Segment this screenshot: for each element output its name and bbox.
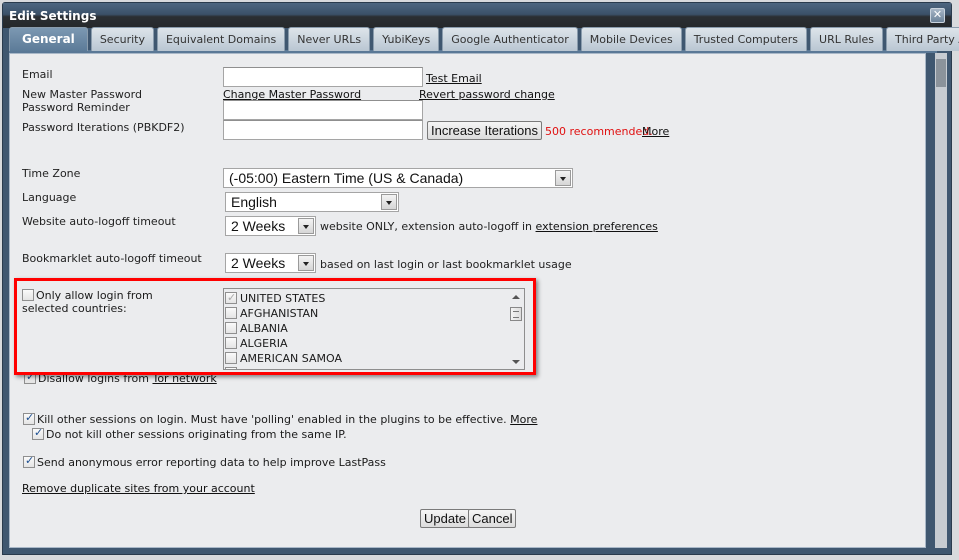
tab-security[interactable]: Security <box>90 27 154 51</box>
chevron-down-icon[interactable] <box>298 255 314 271</box>
increase-iterations-button[interactable]: Increase Iterations <box>427 121 542 140</box>
password-reminder-field[interactable] <box>223 100 423 120</box>
tab-third-party-access[interactable]: Third Party Access <box>886 27 959 51</box>
bookmarklet-logoff-label: Bookmarklet auto-logoff timeout <box>22 252 202 265</box>
settings-tabs: General Security Equivalent Domains Neve… <box>9 27 959 53</box>
tab-yubikeys[interactable]: YubiKeys <box>373 27 440 51</box>
new-master-password-label: New Master Password <box>22 88 142 101</box>
error-reporting-checkbox[interactable] <box>23 454 35 468</box>
password-reminder-label: Password Reminder <box>22 101 130 114</box>
bookmarklet-logoff-select[interactable]: 2 Weeks <box>225 253 316 273</box>
cancel-button[interactable]: Cancel <box>468 509 517 528</box>
same-ip-checkbox[interactable] <box>32 426 44 440</box>
tab-general[interactable]: General <box>9 27 88 51</box>
website-logoff-label: Website auto-logoff timeout <box>22 215 176 228</box>
error-reporting-option: Send anonymous error reporting data to h… <box>23 454 386 469</box>
remove-duplicates-link[interactable]: Remove duplicate sites from your account <box>22 482 255 495</box>
website-logoff-note-text: website ONLY, extension auto-logoff in <box>320 220 533 233</box>
email-label: Email <box>22 68 53 81</box>
tab-mobile-devices[interactable]: Mobile Devices <box>580 27 682 51</box>
iterations-more-link[interactable]: More <box>642 125 669 138</box>
website-logoff-note: website ONLY, extension auto-logoff in e… <box>320 220 658 233</box>
dialog-scrollbar[interactable] <box>935 53 947 548</box>
bookmarklet-logoff-note: based on last login or last bookmarklet … <box>320 258 572 271</box>
kill-sessions-label: Kill other sessions on login. Must have … <box>37 413 507 426</box>
kill-sessions-option: Kill other sessions on login. Must have … <box>23 411 537 426</box>
tab-never-urls[interactable]: Never URLs <box>288 27 371 51</box>
bookmarklet-logoff-value: 2 Weeks <box>231 255 286 271</box>
update-button[interactable]: Update <box>420 509 470 528</box>
test-email-link[interactable]: Test Email <box>426 72 482 85</box>
kill-sessions-more-link[interactable]: More <box>510 413 537 426</box>
revert-password-change-link[interactable]: Revert password change <box>419 88 555 101</box>
password-iterations-field[interactable] <box>223 120 423 140</box>
tab-url-rules[interactable]: URL Rules <box>810 27 884 51</box>
same-ip-label: Do not kill other sessions originating f… <box>46 428 347 441</box>
language-label: Language <box>22 191 77 204</box>
language-value: English <box>231 194 277 210</box>
time-zone-select[interactable]: (-05:00) Eastern Time (US & Canada) <box>223 168 573 188</box>
scrollbar-thumb[interactable] <box>936 59 946 87</box>
time-zone-label: Time Zone <box>22 167 81 180</box>
dialog-titlebar[interactable]: Edit Settings ✕ <box>3 3 951 28</box>
kill-sessions-checkbox[interactable] <box>23 411 35 425</box>
email-field[interactable] <box>223 67 423 87</box>
iterations-recommendation: 500 recommended. <box>545 125 653 138</box>
website-logoff-value: 2 Weeks <box>231 218 286 234</box>
tab-google-authenticator[interactable]: Google Authenticator <box>442 27 578 51</box>
dialog-title: Edit Settings <box>9 9 97 23</box>
tab-equivalent-domains[interactable]: Equivalent Domains <box>156 27 286 51</box>
time-zone-value: (-05:00) Eastern Time (US & Canada) <box>229 170 464 186</box>
language-select[interactable]: English <box>225 192 399 212</box>
same-ip-option: Do not kill other sessions originating f… <box>32 426 347 441</box>
close-icon[interactable]: ✕ <box>930 8 945 23</box>
password-iterations-label: Password Iterations (PBKDF2) <box>22 121 185 134</box>
website-logoff-select[interactable]: 2 Weeks <box>225 216 316 236</box>
highlight-annotation-box <box>14 278 536 375</box>
extension-preferences-link[interactable]: extension preferences <box>536 220 658 233</box>
chevron-down-icon[interactable] <box>555 170 571 186</box>
chevron-down-icon[interactable] <box>381 194 397 210</box>
tab-trusted-computers[interactable]: Trusted Computers <box>684 27 808 51</box>
error-reporting-label: Send anonymous error reporting data to h… <box>37 456 386 469</box>
chevron-down-icon[interactable] <box>298 218 314 234</box>
